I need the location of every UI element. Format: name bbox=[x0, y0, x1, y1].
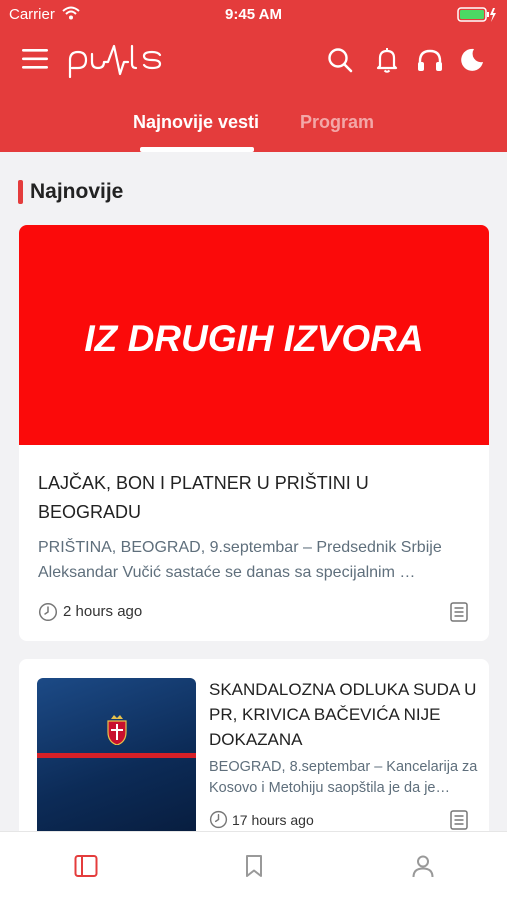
tab-bar: Najnovije vesti Program bbox=[0, 108, 507, 152]
status-time: 9:45 AM bbox=[225, 6, 282, 23]
article-time: 17 hours ago bbox=[232, 812, 314, 828]
app-header: Carrier 9:45 AM Najnovije vesti Program bbox=[0, 0, 507, 152]
article-image-text: IZ DRUGIH IZVORA bbox=[84, 318, 424, 359]
moon-icon[interactable] bbox=[460, 48, 484, 77]
tab-program[interactable]: Program bbox=[300, 112, 374, 133]
status-bar: Carrier 9:45 AM bbox=[0, 0, 507, 30]
search-icon[interactable] bbox=[327, 47, 353, 78]
news-feed-icon[interactable] bbox=[74, 854, 98, 883]
headphones-icon[interactable] bbox=[417, 48, 443, 77]
article-time: 2 hours ago bbox=[63, 603, 143, 620]
article-title: SKANDALOZNA ODLUKA SUDA U PR, KRIVICA BA… bbox=[209, 680, 477, 749]
tab-indicator bbox=[140, 147, 254, 152]
puls-logo bbox=[68, 42, 164, 83]
article-image: IZ DRUGIH IZVORA bbox=[19, 225, 489, 445]
article-card[interactable]: IZ DRUGIH IZVORA LAJČAK, BON I PLATNER U… bbox=[19, 225, 489, 641]
article-excerpt: PRIŠTINA, BEOGRAD, 9.septembar – Predsed… bbox=[38, 539, 442, 581]
article-icon[interactable] bbox=[450, 602, 468, 627]
section-title: Najnovije bbox=[30, 180, 124, 203]
thumbnail-stripe bbox=[37, 753, 196, 758]
article-card[interactable]: SKANDALOZNA ODLUKA SUDA U PR, KRIVICA BA… bbox=[19, 659, 489, 859]
bell-icon[interactable] bbox=[376, 47, 398, 78]
toolbar bbox=[0, 36, 507, 86]
article-thumbnail bbox=[37, 678, 196, 848]
profile-icon[interactable] bbox=[411, 854, 435, 883]
serbian-crest-icon bbox=[106, 715, 128, 750]
battery-icon bbox=[457, 7, 497, 27]
article-excerpt: BEOGRAD, 8.septembar – Kancelarija za Ko… bbox=[209, 759, 478, 796]
tab-najnovije-vesti[interactable]: Najnovije vesti bbox=[133, 112, 259, 133]
bottom-navigation bbox=[0, 831, 507, 901]
section-accent-bar bbox=[18, 180, 23, 204]
menu-icon[interactable] bbox=[22, 48, 48, 75]
bookmark-icon[interactable] bbox=[244, 854, 264, 883]
clock-icon bbox=[38, 602, 58, 627]
article-title: LAJČAK, BON I PLATNER U PRIŠTINI U BEOGR… bbox=[38, 473, 369, 522]
